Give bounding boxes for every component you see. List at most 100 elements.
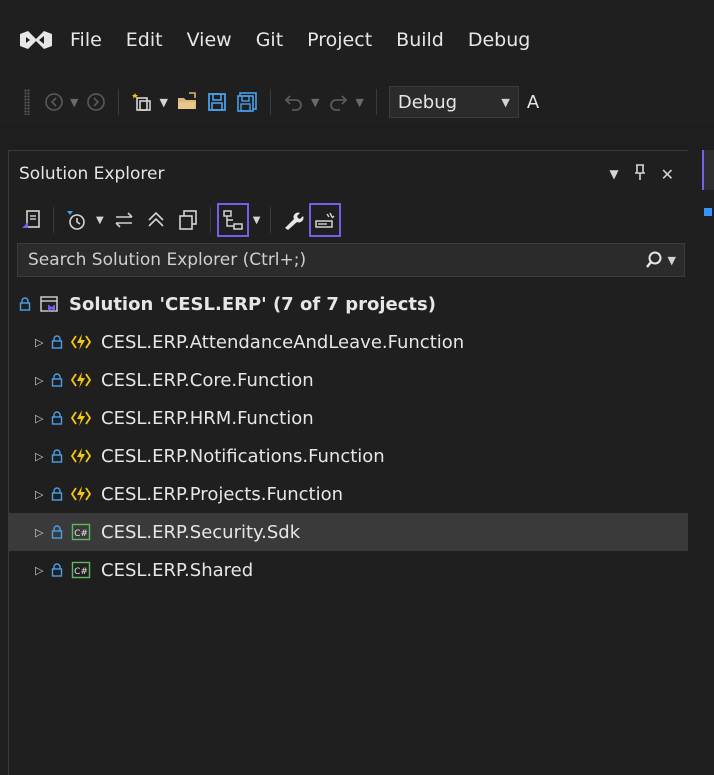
azure-function-icon (71, 408, 91, 428)
editor-indicator-icon (704, 208, 712, 216)
collapse-all-icon (148, 211, 164, 227)
tree-item-project[interactable]: ▷ CESL.ERP.Notifications.Function (9, 437, 688, 475)
document-well-edge (688, 150, 714, 775)
expand-arrow-icon[interactable]: ▷ (35, 412, 51, 425)
project-name: CESL.ERP.Core.Function (101, 369, 314, 391)
tree-item-project-selected[interactable]: ▷ C# CESL.ERP.Security.Sdk (9, 513, 688, 551)
wrench-icon (285, 212, 304, 230)
tree-item-solution[interactable]: Solution 'CESL.ERP' (7 of 7 projects) (9, 285, 688, 323)
configuration-value: Debug (397, 91, 458, 113)
tree-item-project[interactable]: ▷ CESL.ERP.Projects.Function (9, 475, 688, 513)
toolbar-separator (375, 89, 377, 115)
lock-icon (51, 373, 67, 387)
menu-debug[interactable]: Debug (468, 29, 530, 51)
chevron-down-icon[interactable]: ▼ (355, 96, 363, 109)
lock-icon (51, 525, 67, 539)
open-file-button[interactable] (172, 87, 202, 117)
lock-icon (51, 563, 67, 577)
svg-text:C#: C# (74, 529, 88, 539)
project-name: CESL.ERP.AttendanceAndLeave.Function (101, 331, 465, 353)
tree-item-project[interactable]: ▷ CESL.ERP.Core.Function (9, 361, 688, 399)
search-solution-explorer-input[interactable]: Search Solution Explorer (Ctrl+;) ▼ (17, 243, 685, 277)
pending-changes-filter-button[interactable] (60, 203, 92, 237)
panel-title-bar: Solution Explorer ▼ ✕ (9, 151, 688, 197)
expand-arrow-icon[interactable]: ▷ (35, 374, 51, 387)
solution-explorer-toolbar: ▼ ▼ (9, 197, 688, 243)
chevron-down-icon[interactable]: ▼ (253, 215, 261, 226)
save-button[interactable] (202, 87, 232, 117)
project-name: CESL.ERP.Shared (101, 559, 254, 581)
chevron-down-icon[interactable]: ▼ (311, 96, 319, 109)
toolbar-separator (269, 89, 271, 115)
expand-arrow-icon[interactable]: ▷ (35, 526, 51, 539)
solution-platform-dropdown[interactable]: A (527, 92, 539, 113)
preview-icon (315, 212, 335, 228)
switch-views-button[interactable] (15, 203, 47, 237)
project-name: CESL.ERP.Security.Sdk (101, 521, 301, 543)
forward-circle-icon (87, 93, 106, 111)
chevron-down-icon[interactable]: ▼ (159, 96, 167, 109)
close-icon[interactable]: ✕ (661, 165, 674, 184)
undo-icon (284, 95, 302, 111)
menu-view[interactable]: View (187, 29, 232, 51)
expand-arrow-icon[interactable]: ▷ (35, 450, 51, 463)
csharp-project-icon: C# (71, 560, 91, 580)
show-all-files-button[interactable] (172, 203, 204, 237)
menu-build[interactable]: Build (396, 29, 444, 51)
search-placeholder: Search Solution Explorer (Ctrl+;) (28, 250, 307, 270)
lock-icon (51, 335, 67, 349)
solution-tree: Solution 'CESL.ERP' (7 of 7 projects) ▷ … (9, 285, 688, 589)
menu-project[interactable]: Project (307, 29, 372, 51)
collapse-all-button[interactable] (140, 203, 172, 237)
project-name: CESL.ERP.Notifications.Function (101, 445, 385, 467)
expand-arrow-icon[interactable]: ▷ (35, 336, 51, 349)
properties-button[interactable] (277, 203, 309, 237)
chevron-down-icon[interactable]: ▼ (70, 96, 78, 109)
sync-with-active-document-button[interactable] (108, 203, 140, 237)
visual-studio-logo-icon[interactable] (18, 26, 54, 54)
toolbar-separator (118, 89, 120, 115)
azure-function-icon (71, 332, 91, 352)
azure-function-icon (71, 446, 91, 466)
lock-icon (51, 449, 67, 463)
search-options-chevron-down-icon[interactable]: ▼ (668, 254, 676, 267)
new-project-icon (132, 93, 152, 111)
menu-git[interactable]: Git (256, 29, 283, 51)
toolbar-grip[interactable] (24, 89, 30, 115)
document-tab-edge[interactable] (702, 150, 714, 190)
panel-title: Solution Explorer (19, 164, 165, 184)
window-position-dropdown-icon[interactable]: ▼ (609, 167, 618, 181)
search-icon[interactable] (644, 250, 664, 270)
menu-bar: File Edit View Git Project Build Debug (0, 0, 714, 80)
redo-button[interactable] (323, 87, 353, 117)
navigate-forward-button[interactable] (82, 87, 110, 117)
menu-file[interactable]: File (70, 29, 102, 51)
expand-arrow-icon[interactable]: ▷ (35, 564, 51, 577)
clock-filter-icon (67, 211, 85, 230)
navigate-back-button[interactable] (40, 87, 68, 117)
expand-arrow-icon[interactable]: ▷ (35, 488, 51, 501)
tree-item-project[interactable]: ▷ CESL.ERP.HRM.Function (9, 399, 688, 437)
solution-configuration-dropdown[interactable]: Debug ▼ (388, 86, 519, 118)
tree-item-project[interactable]: ▷ C# CESL.ERP.Shared (9, 551, 688, 589)
redo-icon (330, 95, 348, 111)
chevron-down-icon: ▼ (501, 95, 510, 109)
solution-icon (39, 294, 59, 314)
toolbar-separator (270, 207, 272, 233)
pin-icon[interactable] (633, 163, 647, 185)
new-project-button[interactable] (127, 87, 157, 117)
undo-button[interactable] (279, 87, 309, 117)
back-circle-icon (45, 93, 63, 111)
azure-function-icon (71, 370, 91, 390)
tree-item-project[interactable]: ▷ CESL.ERP.AttendanceAndLeave.Function (9, 323, 688, 361)
preview-selected-items-button[interactable] (309, 203, 342, 237)
azure-function-icon (71, 484, 91, 504)
menu-edit[interactable]: Edit (126, 29, 163, 51)
csharp-project-icon: C# (71, 522, 91, 542)
chevron-down-icon[interactable]: ▼ (96, 215, 104, 226)
solution-filter-button[interactable] (216, 203, 249, 237)
solution-explorer-panel: Solution Explorer ▼ ✕ ▼ ▼ Search Solutio… (8, 150, 688, 775)
show-all-files-icon (178, 210, 197, 230)
save-all-button[interactable] (232, 87, 262, 117)
sync-arrows-icon (115, 212, 133, 228)
